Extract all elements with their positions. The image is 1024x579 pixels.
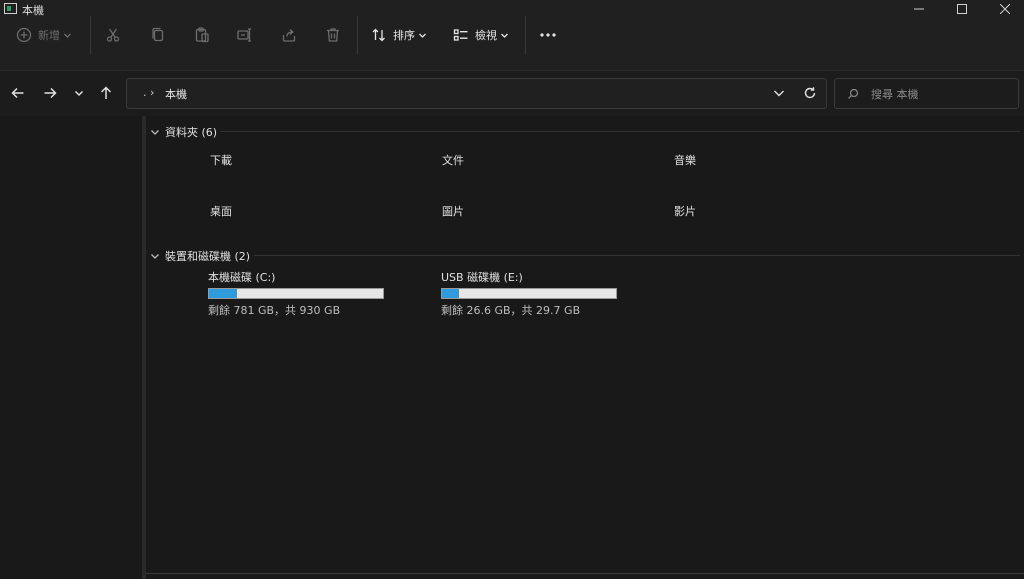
refresh-icon: [804, 87, 816, 99]
share-icon: [282, 29, 296, 42]
up-button[interactable]: [95, 81, 117, 105]
arrow-left-icon: [11, 87, 24, 99]
address-bar[interactable]: . › 本機: [126, 78, 827, 109]
drives-group-title: 裝置和磁碟機 (2): [165, 250, 251, 263]
refresh-button[interactable]: [803, 86, 817, 103]
sort-button[interactable]: 排序: [371, 18, 427, 52]
maximize-icon: [957, 4, 967, 14]
drive-e[interactable]: USB 磁碟機 (E:) 剩餘 26.6 GB，共 29.7 GB: [441, 269, 617, 318]
drives-group-header[interactable]: 裝置和磁碟機 (2): [150, 248, 250, 264]
navigation-bar: . › 本機 搜尋 本機: [0, 71, 1024, 116]
group-divider: [254, 255, 1020, 256]
view-button[interactable]: 檢視: [453, 18, 509, 52]
close-icon: [1000, 4, 1010, 14]
toolbar-separator: [357, 16, 358, 54]
minimize-button[interactable]: [899, 0, 939, 18]
view-label: 檢視: [475, 29, 497, 42]
more-options-button[interactable]: [539, 18, 557, 52]
add-circle-icon: [16, 27, 32, 43]
copy-icon: [152, 27, 164, 42]
forward-button[interactable]: [39, 81, 61, 105]
delete-button[interactable]: [325, 18, 341, 52]
back-button[interactable]: [7, 81, 29, 105]
rename-button[interactable]: [237, 18, 253, 52]
address-prefix[interactable]: . ›: [143, 86, 154, 99]
search-box[interactable]: 搜尋 本機: [834, 78, 1019, 109]
drive-name: USB 磁碟機 (E:): [441, 271, 523, 284]
window-title: 本機: [22, 4, 44, 17]
chevron-down-icon: [74, 90, 84, 97]
title-bar: 本機: [0, 0, 1024, 18]
copy-button[interactable]: [150, 18, 166, 52]
folder-videos[interactable]: 影片: [674, 203, 696, 219]
status-divider: [146, 573, 1024, 574]
chevron-down-icon: [151, 254, 159, 259]
content-area: 資料夾 (6) 下載 文件 音樂 桌面 圖片 影片 裝置和磁碟機 (2) 本機磁…: [146, 116, 1024, 579]
folder-documents[interactable]: 文件: [442, 152, 464, 168]
drive-usage-fill: [209, 289, 237, 298]
folder-music[interactable]: 音樂: [674, 152, 696, 168]
folders-group-title: 資料夾 (6): [165, 126, 218, 139]
delete-icon: [327, 28, 339, 42]
close-button[interactable]: [985, 0, 1024, 18]
folder-desktop[interactable]: 桌面: [210, 203, 232, 219]
drive-c[interactable]: 本機磁碟 (C:) 剩餘 781 GB，共 930 GB: [208, 269, 384, 318]
address-location[interactable]: 本機: [165, 86, 187, 102]
new-button[interactable]: 新增: [16, 18, 72, 52]
address-dropdown-button[interactable]: [773, 87, 785, 102]
sort-icon: [372, 28, 385, 42]
rename-icon: [237, 28, 251, 42]
sort-label: 排序: [393, 29, 415, 42]
chevron-down-icon: [501, 33, 508, 38]
drive-name: 本機磁碟 (C:): [208, 271, 276, 284]
arrow-up-icon: [100, 86, 112, 99]
new-label: 新增: [38, 29, 60, 42]
folder-downloads[interactable]: 下載: [210, 152, 232, 168]
folders-group-header[interactable]: 資料夾 (6): [150, 124, 217, 140]
arrow-right-icon: [44, 87, 57, 99]
cut-button[interactable]: [105, 18, 121, 52]
group-divider: [220, 131, 1020, 132]
toolbar-separator: [90, 16, 91, 54]
drive-usage-bar: [441, 288, 617, 299]
minimize-icon: [914, 8, 924, 10]
drive-space-text: 剩餘 26.6 GB，共 29.7 GB: [441, 304, 581, 317]
view-list-icon: [453, 29, 468, 41]
maximize-button[interactable]: [942, 0, 982, 18]
recent-locations-button[interactable]: [68, 81, 90, 105]
chevron-down-icon: [64, 33, 71, 38]
toolbar-separator: [525, 16, 526, 54]
search-placeholder[interactable]: 搜尋 本機: [871, 86, 919, 102]
paste-icon: [195, 27, 209, 43]
paste-button[interactable]: [194, 18, 210, 52]
share-button[interactable]: [281, 18, 297, 52]
folder-pictures[interactable]: 圖片: [442, 203, 464, 219]
chevron-down-icon: [774, 90, 784, 97]
navigation-pane[interactable]: [0, 116, 142, 579]
cut-icon: [106, 28, 120, 42]
folder-app-icon: [4, 3, 17, 14]
more-icon: [540, 33, 556, 37]
search-icon: [848, 88, 859, 99]
drive-space-text: 剩餘 781 GB，共 930 GB: [208, 304, 341, 317]
chevron-down-icon: [419, 33, 426, 38]
drive-usage-bar: [208, 288, 384, 299]
chevron-down-icon: [151, 130, 159, 135]
drive-usage-fill: [442, 289, 460, 298]
